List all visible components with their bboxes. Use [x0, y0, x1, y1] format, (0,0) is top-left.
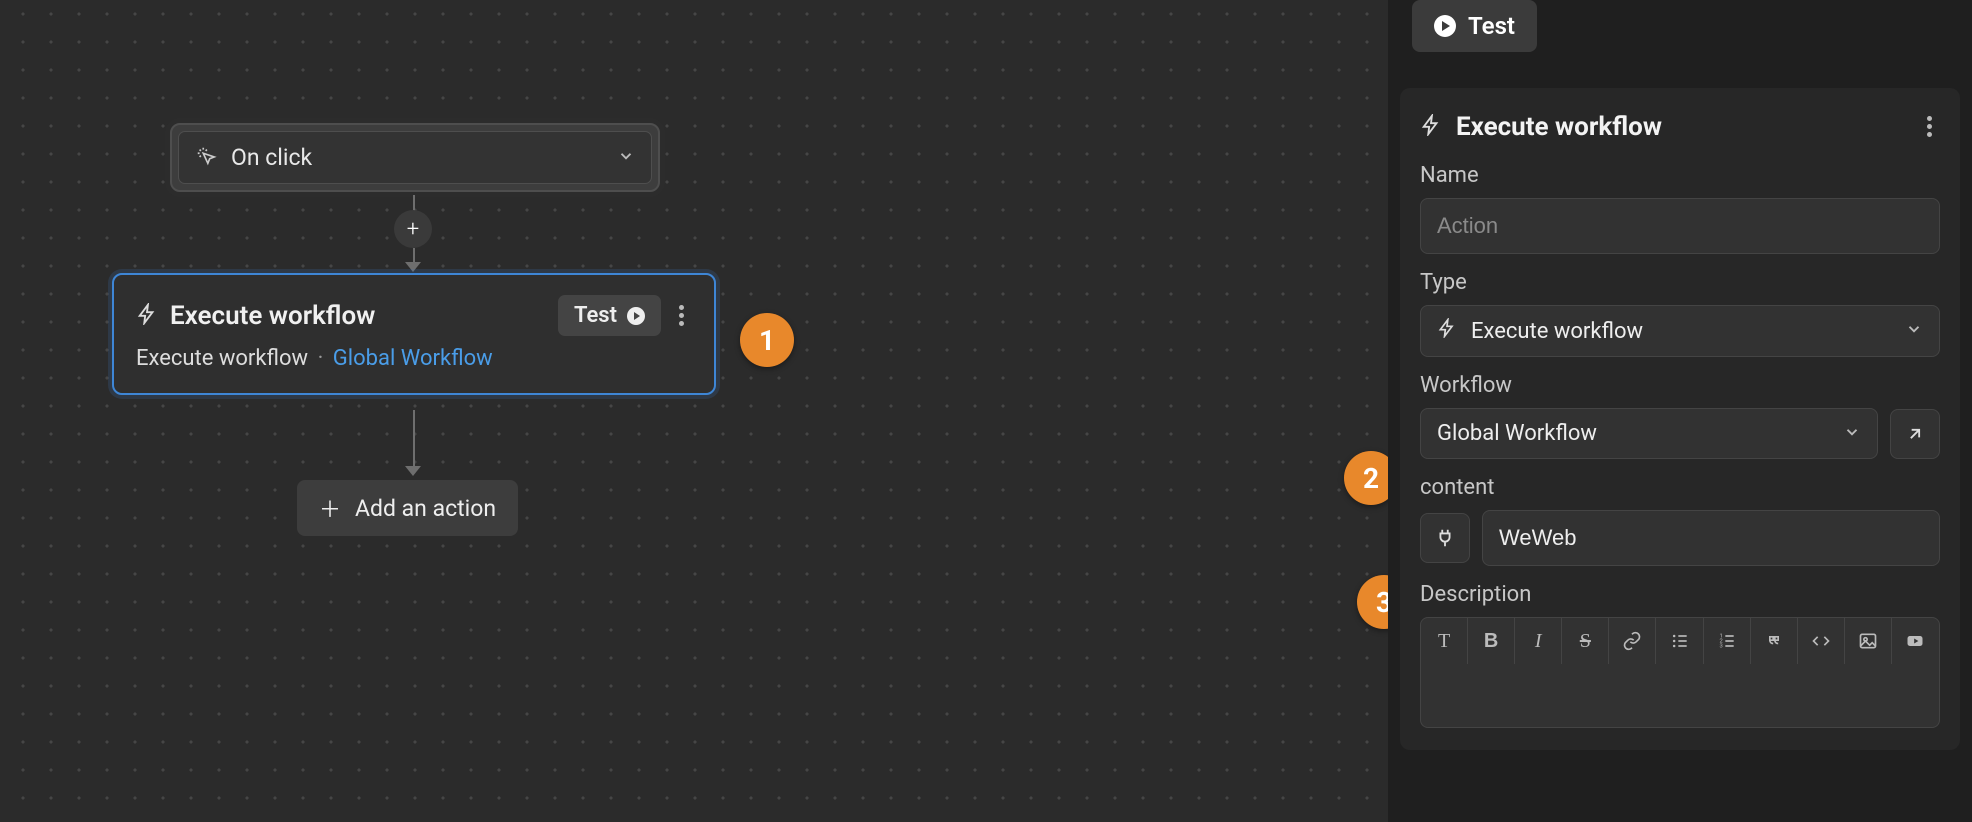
arrow-down-icon — [405, 262, 421, 272]
action-properties-card: Execute workflow Name Type Execute workf… — [1400, 88, 1960, 750]
chevron-down-icon — [1843, 423, 1861, 445]
code-icon — [1811, 631, 1831, 651]
format-normal-text-button[interactable]: T — [1421, 618, 1468, 664]
bold-button[interactable]: B — [1468, 618, 1515, 664]
content-input[interactable] — [1482, 510, 1940, 566]
link-icon — [1622, 631, 1642, 651]
play-icon — [627, 307, 645, 325]
numbered-list-button[interactable]: 123 — [1704, 618, 1751, 664]
add-step-button[interactable]: + — [394, 210, 432, 248]
video-icon — [1905, 631, 1925, 651]
description-label: Description — [1420, 582, 1940, 607]
workflow-canvas[interactable]: On click + Execute workflow Test — [0, 0, 1388, 822]
workflow-label: Workflow — [1420, 373, 1940, 398]
action-menu-button[interactable] — [671, 299, 692, 332]
add-action-button[interactable]: ＋ Add an action — [297, 480, 518, 536]
bullet-list-button[interactable] — [1656, 618, 1703, 664]
connector-line — [413, 410, 415, 468]
quote-button[interactable] — [1751, 618, 1798, 664]
bolt-icon — [136, 303, 158, 329]
trigger-select[interactable]: On click — [178, 131, 652, 184]
chevron-down-icon — [617, 147, 635, 169]
type-select[interactable]: Execute workflow — [1420, 305, 1940, 357]
test-action-button[interactable]: Test — [558, 295, 661, 336]
rich-text-toolbar: T B I S 123 — [1420, 617, 1940, 664]
numbered-list-icon: 123 — [1717, 631, 1737, 651]
play-icon — [1434, 15, 1456, 37]
bolt-icon — [1437, 318, 1457, 344]
italic-button[interactable]: I — [1515, 618, 1562, 664]
quote-icon — [1764, 631, 1784, 651]
callout-1: 1 — [740, 313, 794, 367]
type-label: Type — [1420, 270, 1940, 295]
name-input[interactable] — [1420, 198, 1940, 254]
arrow-up-right-icon — [1905, 424, 1925, 444]
bolt-icon — [1420, 114, 1442, 140]
action-title: Execute workflow — [170, 301, 375, 331]
plus-icon: ＋ — [319, 492, 341, 524]
open-workflow-button[interactable] — [1890, 409, 1940, 459]
image-icon — [1858, 631, 1878, 651]
global-workflow-link[interactable]: Global Workflow — [333, 346, 493, 371]
arrow-down-icon — [405, 466, 421, 476]
panel-menu-button[interactable] — [1919, 110, 1940, 143]
code-button[interactable] — [1798, 618, 1845, 664]
plug-icon — [1434, 527, 1456, 549]
trigger-label: On click — [231, 144, 312, 171]
bind-content-button[interactable] — [1420, 513, 1470, 563]
cursor-click-icon — [195, 145, 217, 171]
bullet-list-icon — [1670, 631, 1690, 651]
image-button[interactable] — [1845, 618, 1892, 664]
action-subtitle: Execute workflow · Global Workflow — [136, 346, 692, 371]
link-button[interactable] — [1609, 618, 1656, 664]
strikethrough-button[interactable]: S — [1562, 618, 1609, 664]
name-label: Name — [1420, 163, 1940, 188]
content-label: content — [1420, 475, 1940, 500]
action-node-execute-workflow[interactable]: Execute workflow Test Execute workflow ·… — [112, 273, 716, 395]
video-button[interactable] — [1892, 618, 1939, 664]
properties-panel: Test Execute workflow Name Type Execute — [1388, 0, 1972, 822]
trigger-node[interactable]: On click — [170, 123, 660, 192]
chevron-down-icon — [1905, 320, 1923, 342]
workflow-select[interactable]: Global Workflow — [1420, 408, 1878, 459]
test-label: Test — [574, 303, 617, 328]
description-editor[interactable] — [1420, 664, 1940, 728]
test-workflow-button[interactable]: Test — [1412, 0, 1537, 52]
add-action-label: Add an action — [355, 495, 496, 522]
panel-title: Execute workflow — [1456, 112, 1662, 142]
svg-text:3: 3 — [1719, 644, 1722, 650]
